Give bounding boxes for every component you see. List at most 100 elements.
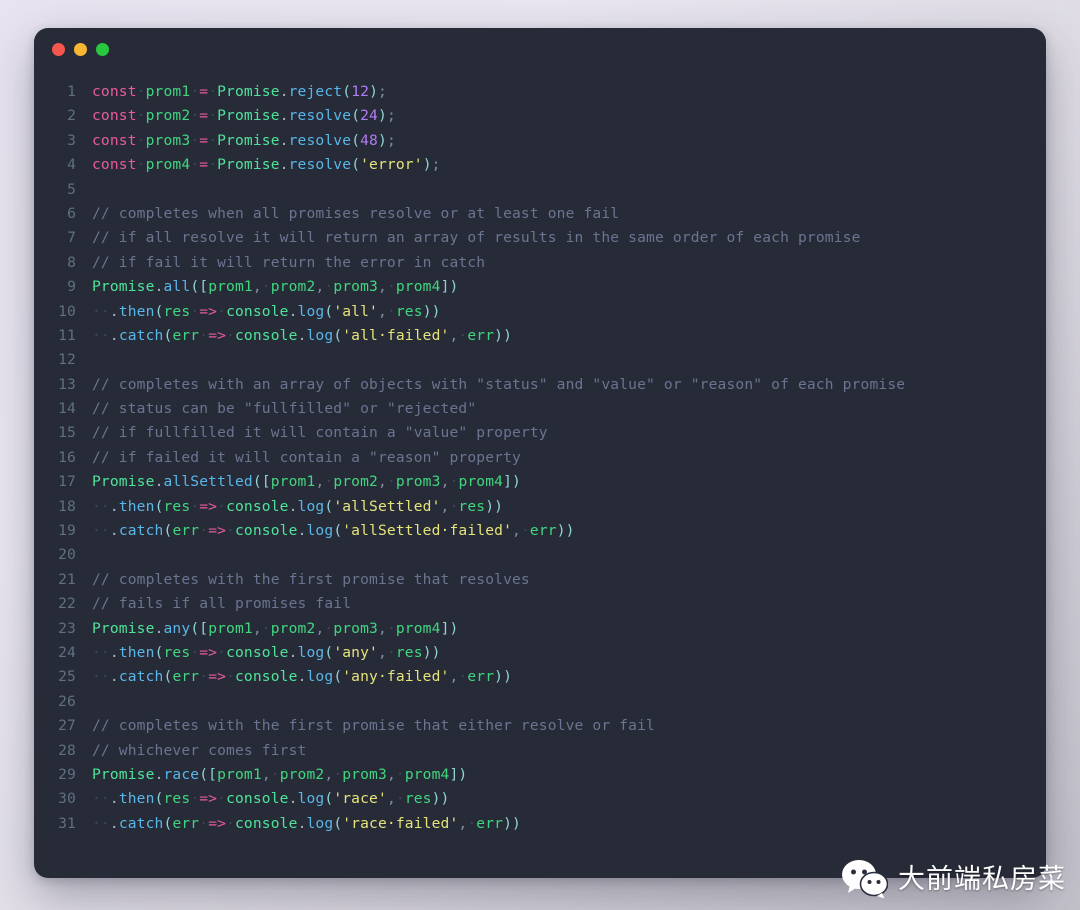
code-token: res — [395, 302, 423, 320]
close-button-icon[interactable] — [52, 42, 65, 56]
code-line[interactable]: 24 ··.then(res·=>·console.log('any',·res)… — [34, 641, 1046, 665]
code-token: 'race·failed' — [342, 814, 459, 832]
code-line-content: ··.then(res·=>·console.log('race',·res)) — [92, 787, 1046, 811]
code-token: , — [512, 522, 521, 540]
code-token: prom1 — [270, 473, 316, 491]
code-line[interactable]: 22 // fails if all promises fail — [34, 592, 1046, 616]
code-line-content: // whichever comes first — [92, 739, 1046, 763]
code-line-content — [92, 178, 1046, 202]
line-number: 20 — [58, 546, 76, 564]
line-number: 7 — [67, 229, 76, 247]
code-token: ) — [369, 83, 378, 100]
code-token: )) — [422, 643, 441, 661]
code-token: => — [199, 497, 218, 515]
code-line-content: Promise.any([prom1,·prom2,·prom3,·prom4]… — [92, 617, 1046, 641]
code-token: . — [288, 302, 298, 320]
code-token: , — [440, 473, 450, 491]
code-token: Promise — [217, 156, 280, 174]
code-token: // completes when all promises resolve o… — [92, 204, 620, 222]
code-token: )) — [485, 497, 504, 515]
code-token: . — [154, 619, 164, 637]
code-line[interactable]: 3 const·prom3·=·Promise.resolve(48); — [34, 129, 1046, 153]
code-token: console — [226, 790, 289, 808]
code-line[interactable]: 20 — [34, 543, 1046, 567]
code-token: 12 — [351, 83, 370, 100]
code-token: err — [529, 522, 557, 540]
code-token: · — [386, 473, 396, 491]
minimize-button-icon[interactable] — [74, 42, 87, 56]
code-line[interactable]: 5 — [34, 178, 1046, 202]
code-token: log — [306, 814, 334, 832]
code-token: . — [109, 814, 119, 832]
code-line[interactable]: 12 — [34, 348, 1046, 372]
code-token: const — [92, 156, 137, 174]
code-token: // if all resolve it will return an arra… — [92, 229, 861, 247]
line-number: 9 — [67, 278, 76, 296]
wechat-icon — [842, 860, 888, 898]
code-line[interactable]: 19 ··.catch(err·=>·console.log('allSettle… — [34, 519, 1046, 543]
code-line[interactable]: 28 // whichever comes first — [34, 739, 1046, 763]
code-line[interactable]: 7 // if all resolve it will return an arr… — [34, 226, 1046, 250]
code-token: · — [136, 131, 146, 149]
code-token: Promise — [217, 107, 280, 125]
code-token: · — [136, 83, 146, 100]
code-line[interactable]: 1 const·prom1·=·Promise.reject(12); — [34, 80, 1046, 104]
code-line[interactable]: 26 — [34, 690, 1046, 714]
code-line[interactable]: 18 ··.then(res·=>·console.log('allSettled… — [34, 495, 1046, 519]
code-token: console — [235, 522, 298, 540]
code-line[interactable]: 11 ··.catch(err·=>·console.log('all·faile… — [34, 324, 1046, 348]
code-token: · — [208, 131, 218, 149]
code-line[interactable]: 10 ··.then(res·=>·console.log('all',·res)… — [34, 300, 1046, 324]
code-token: · — [190, 643, 200, 661]
code-editor[interactable]: 1 const·prom1·=·Promise.reject(12); 2 const… — [34, 70, 1046, 836]
code-line[interactable]: 27 // completes with the first promise th… — [34, 714, 1046, 738]
code-token: catch — [118, 326, 164, 344]
code-line[interactable]: 21 // completes with the first promise th… — [34, 568, 1046, 592]
code-token: ([ — [190, 278, 209, 296]
code-token: · — [261, 278, 271, 296]
code-token: Promise — [217, 83, 280, 100]
code-token: ( — [154, 302, 164, 320]
code-line[interactable]: 15 // if fullfilled it will contain a "va… — [34, 421, 1046, 445]
code-line[interactable]: 9 Promise.all([prom1,·prom2,·prom3,·prom4… — [34, 275, 1046, 299]
code-line[interactable]: 29 Promise.race([prom1,·prom2,·prom3,·pro… — [34, 763, 1046, 787]
code-token: . — [109, 302, 119, 320]
code-line[interactable]: 13 // completes with an array of objects … — [34, 373, 1046, 397]
line-number: 8 — [67, 253, 76, 271]
code-line[interactable]: 4 const·prom4·=·Promise.resolve('error'); — [34, 153, 1046, 177]
code-token: , — [378, 473, 387, 491]
zoom-button-icon[interactable] — [96, 42, 109, 56]
code-token: then — [118, 643, 155, 661]
code-token: . — [279, 131, 289, 149]
code-token: ( — [154, 497, 164, 515]
code-token: ]) — [440, 278, 459, 296]
code-token: · — [190, 83, 200, 100]
code-line-content: // completes with an array of objects wi… — [92, 373, 1046, 397]
code-line[interactable]: 8 // if fail it will return the error in … — [34, 251, 1046, 275]
code-line[interactable]: 17 Promise.allSettled([prom1,·prom2,·prom… — [34, 470, 1046, 494]
code-line[interactable]: 14 // status can be "fullfilled" or "reje… — [34, 397, 1046, 421]
code-token: . — [288, 643, 298, 661]
code-line[interactable]: 2 const·prom2·=·Promise.resolve(24); — [34, 104, 1046, 128]
code-token: ]) — [503, 473, 521, 491]
code-token: ·· — [92, 790, 110, 808]
code-token: · — [190, 302, 200, 320]
code-token: console — [235, 668, 298, 686]
code-line[interactable]: 6 // completes when all promises resolve … — [34, 202, 1046, 226]
code-line[interactable]: 31 ··.catch(err·=>·console.log('race·fail… — [34, 812, 1046, 836]
code-token: = — [199, 83, 209, 100]
code-line[interactable]: 16 // if failed it will contain a "reason… — [34, 446, 1046, 470]
code-token: · — [467, 814, 477, 832]
code-token: . — [279, 83, 289, 100]
code-token: resolve — [288, 131, 352, 149]
code-token: , — [378, 643, 387, 661]
code-line[interactable]: 30 ··.then(res·=>·console.log('race',·res… — [34, 787, 1046, 811]
code-token: , — [252, 619, 262, 637]
code-line[interactable]: 25 ··.catch(err·=>·console.log('any·faile… — [34, 665, 1046, 689]
code-token: . — [297, 522, 307, 540]
code-token: · — [136, 156, 146, 174]
code-line[interactable]: 23 Promise.any([prom1,·prom2,·prom3,·prom… — [34, 617, 1046, 641]
code-token: ( — [351, 131, 361, 149]
line-number: 30 — [58, 790, 76, 808]
code-token: , — [386, 790, 396, 808]
